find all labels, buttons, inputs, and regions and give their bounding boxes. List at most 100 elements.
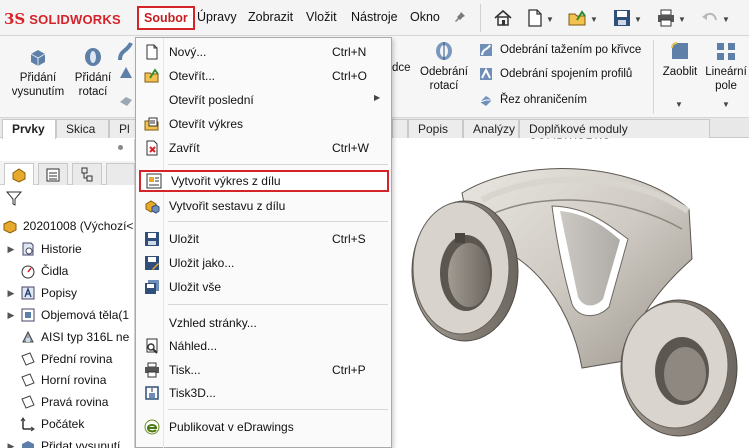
feature-tree-icon xyxy=(12,167,26,183)
chevron-right-icon[interactable]: ▶ xyxy=(6,441,16,448)
menu-item-label: Vytvořit sestavu z dílu xyxy=(169,199,286,213)
configuration-manager-tab[interactable] xyxy=(72,163,102,185)
menu-item-label: Otevřít výkres xyxy=(169,117,244,131)
solid-bodies-icon xyxy=(20,307,36,323)
menu-okno[interactable]: Okno xyxy=(410,10,440,24)
tree-item-popisy[interactable]: ▶ Popisy xyxy=(6,283,78,303)
chevron-down-icon[interactable]: ▼ xyxy=(678,15,686,24)
tree-item-origin[interactable]: Počátek xyxy=(20,414,84,434)
revolve-icon xyxy=(82,46,104,68)
revolved-boss-button[interactable]: Přidání rotací xyxy=(70,46,116,99)
tab-partial[interactable]: Pl xyxy=(109,119,136,138)
boundary-icon[interactable] xyxy=(118,92,134,108)
property-manager-tab[interactable] xyxy=(38,163,68,185)
panel-tabs xyxy=(0,161,135,185)
chevron-down-icon[interactable]: ▼ xyxy=(546,15,554,24)
chevron-right-icon[interactable]: ▶ xyxy=(6,244,16,255)
chevron-down-icon[interactable]: ▼ xyxy=(675,100,683,109)
menu-item-make-assembly[interactable]: Vytvořit sestavu z dílu xyxy=(136,195,391,217)
tree-item-historie[interactable]: ▶ Historie xyxy=(6,239,82,259)
menu-item-open-recent[interactable]: Otevřít poslední ▶ xyxy=(136,89,391,111)
chevron-down-icon[interactable]: ▼ xyxy=(590,15,598,24)
chevron-right-icon[interactable]: ▶ xyxy=(6,310,16,321)
new-document-icon[interactable] xyxy=(525,8,545,28)
menu-item-shortcut: Ctrl+W xyxy=(332,141,369,155)
revolved-cut-button[interactable]: Odebrání rotací xyxy=(418,40,470,93)
menu-item-print3d[interactable]: Tisk3D... xyxy=(136,382,391,404)
revolve-cut-label-2: rotací xyxy=(429,80,459,92)
history-icon xyxy=(20,241,36,257)
menu-item-save-all[interactable]: Uložit vše xyxy=(136,276,391,298)
fillet-button[interactable]: Zaoblit xyxy=(658,40,702,79)
tree-item-extrude[interactable]: ▶ Přidat vysunutí xyxy=(6,436,120,448)
print-icon[interactable] xyxy=(656,8,676,28)
tree-item-cidla[interactable]: Čidla xyxy=(20,261,68,281)
tree-item-label: Popisy xyxy=(41,286,78,300)
home-icon[interactable] xyxy=(493,8,513,28)
open-icon[interactable] xyxy=(568,8,588,28)
tab-popis[interactable]: Popis xyxy=(408,119,463,138)
menu-item-label: Vytvořit výkres z dílu xyxy=(171,174,281,188)
swept-cut-button[interactable]: Odebrání tažením po křivce xyxy=(478,42,641,58)
extruded-boss-button[interactable]: Přidání vysunutím xyxy=(8,46,68,99)
chevron-down-icon[interactable]: ▼ xyxy=(722,15,730,24)
panel-grip[interactable] xyxy=(118,145,123,150)
menu-item-print-preview[interactable]: Náhled... xyxy=(136,335,391,357)
print3d-icon xyxy=(144,385,160,401)
menu-item-open[interactable]: Otevřít... Ctrl+O xyxy=(136,65,391,87)
tab-prvky[interactable]: Prvky xyxy=(2,119,56,139)
menu-item-new[interactable]: Nový... Ctrl+N xyxy=(136,41,391,63)
pin-icon[interactable] xyxy=(454,11,466,23)
feature-manager-tab[interactable] xyxy=(4,163,34,185)
tree-item-material[interactable]: AISI typ 316L ne xyxy=(20,327,129,347)
linear-pattern-label-1: Lineární xyxy=(705,66,747,78)
tab-analyzy[interactable]: Analýzy xyxy=(463,119,519,138)
tab-addins[interactable]: Doplňkové moduly SOLIDWORKS xyxy=(519,119,710,150)
menu-item-close[interactable]: Zavřít Ctrl+W xyxy=(136,137,391,159)
menu-item-label: Uložit jako... xyxy=(169,256,235,270)
menu-item-label: Otevřít... xyxy=(169,69,216,83)
sweep-icon[interactable] xyxy=(117,40,135,62)
menu-item-publish-edrawings[interactable]: Publikovat v eDrawings xyxy=(136,416,391,438)
tree-root[interactable]: 20201008 (Výchozí< xyxy=(2,216,133,236)
linear-pattern-label-2: pole xyxy=(715,80,737,92)
revolve-cut-label-1: Odebrání xyxy=(420,66,468,78)
tree-item-front-plane[interactable]: Přední rovina xyxy=(20,349,112,369)
chevron-down-icon[interactable]: ▼ xyxy=(634,15,642,24)
tree-item-right-plane[interactable]: Pravá rovina xyxy=(20,392,108,412)
menu-nastroje[interactable]: Nástroje xyxy=(351,10,398,24)
menu-item-save-as[interactable]: Uložit jako... xyxy=(136,252,391,274)
tab-skica[interactable]: Skica xyxy=(56,119,109,138)
fillet-label: Zaoblit xyxy=(662,66,698,78)
dim-xpert-tab[interactable] xyxy=(106,163,135,185)
menu-upravy[interactable]: Úpravy xyxy=(197,10,237,24)
menu-item-make-drawing[interactable]: Vytvořit výkres z dílu xyxy=(139,170,389,192)
menu-item-open-drawing[interactable]: Otevřít výkres xyxy=(136,113,391,135)
sensor-icon xyxy=(20,263,36,279)
tab-hidden-edge[interactable] xyxy=(392,119,408,138)
menu-item-page-setup[interactable]: Vzhled stránky... xyxy=(136,312,391,334)
graphics-area[interactable] xyxy=(392,139,749,448)
chevron-right-icon[interactable]: ▶ xyxy=(6,288,16,299)
chevron-right-icon: ▶ xyxy=(374,93,381,102)
chevron-down-icon[interactable]: ▼ xyxy=(722,100,730,109)
tree-item-solid-bodies[interactable]: ▶ Objemová těla(1 xyxy=(6,305,130,325)
brand-name: SOLIDWORKS xyxy=(29,11,121,27)
menu-zobrazit[interactable]: Zobrazit xyxy=(248,10,293,24)
filter-icon[interactable] xyxy=(5,190,23,206)
menu-vlozit[interactable]: Vložit xyxy=(306,10,337,24)
menu-item-label: Uložit xyxy=(169,232,200,246)
menu-soubor[interactable]: Soubor xyxy=(137,6,195,30)
menu-item-print[interactable]: Tisk... Ctrl+P xyxy=(136,359,391,381)
menu-item-save[interactable]: Uložit Ctrl+S xyxy=(136,228,391,250)
menu-item-label: Nový... xyxy=(169,45,207,59)
solidworks-logo[interactable]: 3S SOLIDWORKS xyxy=(4,9,121,29)
undo-icon[interactable] xyxy=(700,8,720,28)
tree-item-top-plane[interactable]: Horní rovina xyxy=(20,370,106,390)
loft-icon[interactable] xyxy=(118,64,134,80)
linear-pattern-button[interactable]: Lineární pole xyxy=(703,40,749,93)
tree-item-label: Historie xyxy=(41,242,82,256)
boundary-cut-button[interactable]: Řez ohraničením xyxy=(478,92,587,108)
lofted-cut-button[interactable]: Odebrání spojením profilů xyxy=(478,66,632,82)
save-icon[interactable] xyxy=(612,8,632,28)
